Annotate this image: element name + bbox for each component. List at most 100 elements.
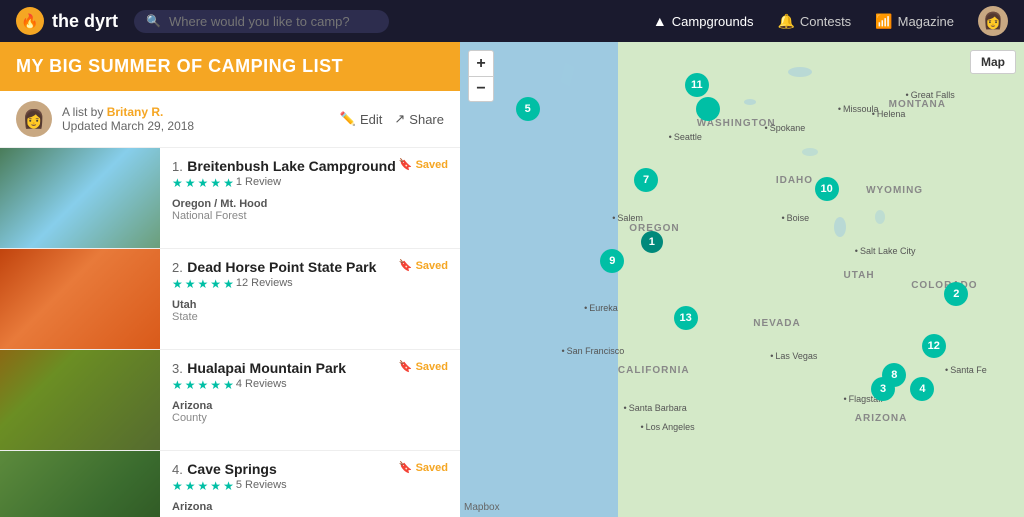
edit-button[interactable]: ✏️ Edit	[340, 111, 383, 127]
camp-image	[0, 451, 160, 517]
user-avatar[interactable]: 👩	[978, 6, 1008, 36]
location-main: Oregon / Mt. Hood	[172, 198, 267, 210]
map-pin[interactable]: 5	[516, 97, 540, 121]
logo-icon: 🔥	[16, 7, 44, 35]
map-city-label: Salt Lake City	[855, 246, 916, 256]
camp-image	[0, 350, 160, 450]
location-main: Utah	[172, 299, 196, 311]
list-meta: 👩 A list by Britany R. Updated March 29,…	[0, 91, 460, 148]
review-count: 1 Review	[236, 176, 281, 190]
map-city-label: Great Falls	[906, 90, 955, 100]
review-count: 4 Reviews	[236, 378, 287, 392]
main-nav: ▲ Campgrounds 🔔 Contests 📶 Magazine 👩	[653, 6, 1008, 36]
main-header: 🔥 the dyrt 🔍 ▲ Campgrounds 🔔 Contests 📶 …	[0, 0, 1024, 42]
nav-contests-label: Contests	[800, 14, 851, 29]
search-bar[interactable]: 🔍	[134, 10, 389, 33]
camp-image	[0, 249, 160, 349]
review-count: 5 Reviews	[236, 479, 287, 493]
campground-item[interactable]: 4. Cave Springs ★★★★★ 5 Reviews 🔖Saved A…	[0, 451, 460, 517]
map-state-label: NEVADA	[753, 318, 800, 329]
map-type-button[interactable]: Map	[970, 50, 1016, 74]
logo[interactable]: 🔥 the dyrt	[16, 7, 118, 35]
camp-location: Utah State	[172, 299, 448, 323]
map-pin[interactable]: 12	[922, 334, 946, 358]
campground-item[interactable]: 3. Hualapai Mountain Park ★★★★★ 4 Review…	[0, 350, 460, 451]
map-city-label: Salem	[612, 213, 643, 223]
saved-badge: 🔖Saved	[399, 259, 448, 272]
location-type: County	[172, 412, 207, 424]
campground-item[interactable]: 1. Breitenbush Lake Campground ★★★★★ 1 R…	[0, 148, 460, 249]
campground-item[interactable]: 2. Dead Horse Point State Park ★★★★★ 12 …	[0, 249, 460, 350]
camp-details: 2. Dead Horse Point State Park ★★★★★ 12 …	[160, 249, 460, 349]
camp-details: 3. Hualapai Mountain Park ★★★★★ 4 Review…	[160, 350, 460, 450]
map-state-label: CALIFORNIA	[618, 365, 690, 376]
map-pin[interactable]	[696, 97, 720, 121]
zoom-out-button[interactable]: −	[468, 76, 494, 102]
map-city-label: Las Vegas	[770, 351, 817, 361]
map-pin[interactable]: 9	[600, 249, 624, 273]
nav-magazine[interactable]: 📶 Magazine	[875, 13, 954, 30]
main-content: MY BIG SUMMER OF CAMPING LIST 👩 A list b…	[0, 42, 1024, 517]
contests-icon: 🔔	[777, 13, 794, 30]
saved-label: Saved	[416, 159, 448, 171]
camp-name[interactable]: Dead Horse Point State Park	[187, 259, 376, 275]
camp-image-bg	[0, 350, 160, 450]
share-button[interactable]: ↗ Share	[394, 111, 444, 127]
saved-badge: 🔖Saved	[399, 360, 448, 373]
camp-number: 1.	[172, 159, 183, 174]
camp-location: Arizona County	[172, 400, 448, 424]
search-input[interactable]	[169, 14, 378, 29]
camp-name[interactable]: Breitenbush Lake Campground	[187, 158, 395, 174]
map-pin[interactable]: 2	[944, 282, 968, 306]
map-pin[interactable]: 1	[641, 231, 663, 253]
map-panel: WASHINGTONOREGONIDAHONEVADAUTAHCALIFORNI…	[460, 42, 1024, 517]
map-pin[interactable]: 13	[674, 306, 698, 330]
camp-name[interactable]: Hualapai Mountain Park	[187, 360, 346, 376]
map-pin[interactable]: 10	[815, 177, 839, 201]
meta-actions: ✏️ Edit ↗ Share	[340, 111, 444, 127]
camp-details: 1. Breitenbush Lake Campground ★★★★★ 1 R…	[160, 148, 460, 248]
map-attribution: Mapbox	[464, 502, 500, 513]
map-city-label: Santa Barbara	[624, 403, 687, 413]
map-pin[interactable]: 7	[634, 168, 658, 192]
map-city-label: Los Angeles	[640, 422, 694, 432]
map-city-label: Helena	[872, 109, 906, 119]
star-rating: ★★★★★ 1 Review	[172, 176, 396, 190]
map-state-label: UTAH	[844, 270, 875, 281]
magazine-icon: 📶	[875, 13, 892, 30]
camp-location: Oregon / Mt. Hood National Forest	[172, 198, 448, 222]
camp-image-bg	[0, 148, 160, 248]
camp-number: 4.	[172, 462, 183, 477]
map-city-label: Spokane	[765, 123, 806, 133]
camp-number: 3.	[172, 361, 183, 376]
star-rating: ★★★★★ 4 Reviews	[172, 378, 346, 392]
camp-number: 2.	[172, 260, 183, 275]
map-city-label: Seattle	[669, 132, 702, 142]
author-avatar: 👩	[16, 101, 52, 137]
camp-location: Arizona	[172, 501, 448, 513]
map-pin[interactable]: 11	[685, 73, 709, 97]
map-city-label: Eureka	[584, 303, 618, 313]
location-main: Arizona	[172, 501, 212, 513]
map-state-label: IDAHO	[776, 175, 813, 186]
author-link[interactable]: Britany R.	[107, 105, 164, 119]
nav-campgrounds[interactable]: ▲ Campgrounds	[653, 13, 754, 29]
review-count: 12 Reviews	[236, 277, 293, 291]
bookmark-icon: 🔖	[399, 360, 413, 373]
map-state-label: ARIZONA	[855, 413, 908, 424]
map-pin[interactable]: 4	[910, 377, 934, 401]
star-rating: ★★★★★ 12 Reviews	[172, 277, 376, 291]
saved-label: Saved	[416, 260, 448, 272]
map-city-label: Boise	[781, 213, 809, 223]
saved-badge: 🔖Saved	[399, 461, 448, 474]
saved-label: Saved	[416, 361, 448, 373]
camp-image-bg	[0, 249, 160, 349]
campgrounds-icon: ▲	[653, 13, 667, 29]
zoom-in-button[interactable]: +	[468, 50, 494, 76]
bookmark-icon: 🔖	[399, 158, 413, 171]
nav-contests[interactable]: 🔔 Contests	[777, 13, 851, 30]
bookmark-icon: 🔖	[399, 461, 413, 474]
camp-name[interactable]: Cave Springs	[187, 461, 276, 477]
camp-image	[0, 148, 160, 248]
map-pin[interactable]: 8	[882, 363, 906, 387]
